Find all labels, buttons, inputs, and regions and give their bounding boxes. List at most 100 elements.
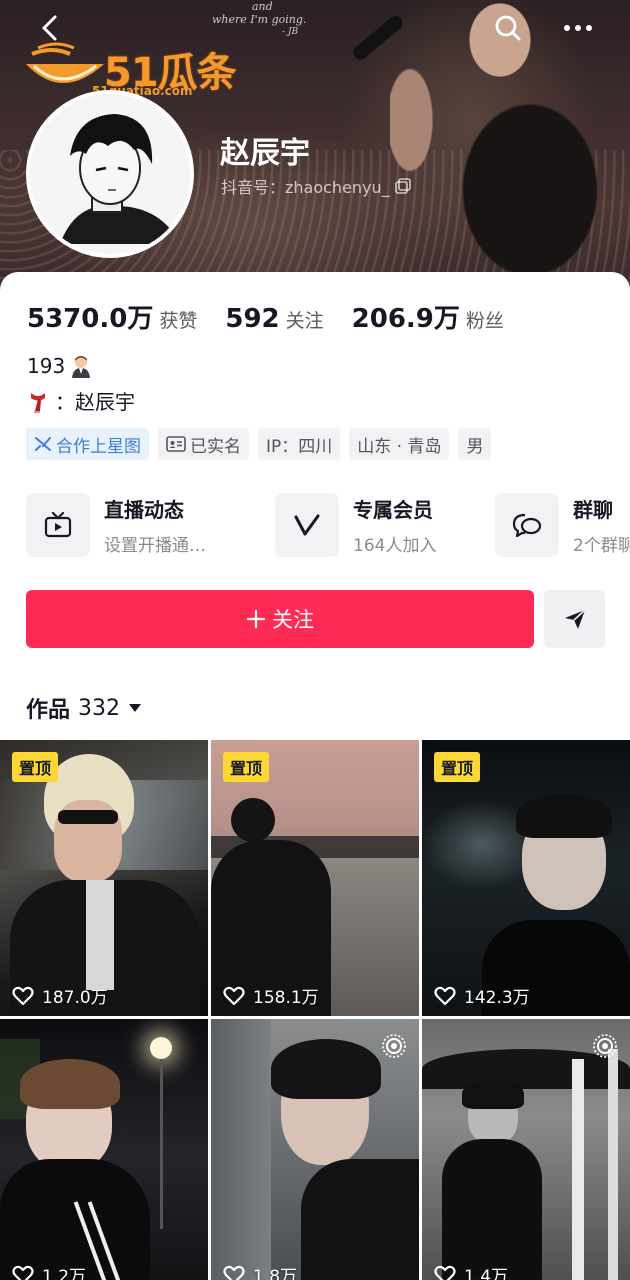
stat-following[interactable]: 592 关注 — [225, 304, 323, 334]
profile-stats: 5370.0万 获赞 592 关注 206.9万 粉丝 — [27, 298, 532, 335]
feature-live-icon-box — [26, 493, 90, 557]
heart-outline-icon — [223, 1265, 245, 1280]
video-tile[interactable]: 1.8万 — [211, 1019, 419, 1280]
more-horizontal-icon — [564, 25, 592, 31]
tag-ip-location: IP：四川 — [258, 428, 341, 460]
bio-name-text: ：赵辰宇 — [55, 390, 135, 414]
douyin-id[interactable]: 抖音号：zhaochenyu_ — [221, 174, 412, 198]
person-emoji-icon — [72, 356, 91, 378]
video-likes: 1.2万 — [12, 1262, 86, 1280]
stat-followers-label: 粉丝 — [465, 310, 504, 332]
bio-height-text: 193 — [27, 354, 66, 378]
stat-following-label: 关注 — [285, 310, 324, 332]
stat-followers-value: 206.9万 — [351, 304, 460, 334]
id-card-icon — [166, 436, 186, 452]
bio-line-1: 193 — [27, 354, 93, 378]
heart-outline-icon — [434, 986, 456, 1005]
pinned-badge: 置顶 — [223, 752, 270, 782]
v-member-icon — [294, 514, 320, 536]
video-likes: 158.1万 — [223, 983, 319, 1008]
video-likes: 1.8万 — [223, 1262, 297, 1280]
feature-live-title: 直播动态 — [104, 498, 184, 522]
heart-outline-icon — [12, 986, 34, 1005]
heart-outline-icon — [12, 1265, 34, 1280]
video-tile[interactable]: 置顶 142.3万 — [422, 740, 630, 1016]
search-icon — [495, 15, 521, 41]
chevron-left-icon — [42, 15, 57, 41]
video-likes: 187.0万 — [12, 983, 108, 1008]
send-icon — [564, 609, 586, 629]
stat-likes-value: 5370.0万 — [27, 304, 154, 334]
search-button[interactable] — [488, 10, 528, 46]
live-photo-badge — [381, 1033, 407, 1063]
caret-down-icon — [129, 704, 142, 712]
video-tile[interactable]: 置顶 187.0万 — [0, 740, 208, 1016]
works-tab-label: 作品 — [26, 698, 71, 723]
feature-member-icon-box — [275, 493, 339, 557]
live-photo-badge — [592, 1033, 618, 1063]
video-likes: 142.3万 — [434, 983, 530, 1008]
video-tile[interactable]: 置顶 158.1万 — [211, 740, 419, 1016]
lyric-line-2: where I'm going. — [212, 13, 307, 26]
feature-member-title: 专属会员 — [353, 498, 433, 522]
send-message-button[interactable] — [544, 590, 605, 648]
avatar[interactable] — [26, 90, 194, 258]
tag-star-map-label: 合作上星图 — [56, 436, 141, 457]
video-likes-count: 158.1万 — [253, 988, 319, 1008]
heart-outline-icon — [223, 986, 245, 1005]
tag-region: 山东 · 青岛 — [349, 428, 450, 460]
stat-followers[interactable]: 206.9万 粉丝 — [352, 298, 504, 335]
feature-live-updates[interactable]: 直播动态 设置开播通… — [26, 492, 206, 558]
video-likes-count: 142.3万 — [464, 988, 530, 1008]
works-count: 332 — [78, 695, 121, 721]
feature-chat-icon-box — [495, 493, 559, 557]
tag-verified-name: 已实名 — [158, 428, 249, 460]
douyin-id-text: 抖音号：zhaochenyu_ — [221, 178, 390, 197]
tv-play-icon — [44, 512, 72, 538]
lyric-line-3: - JB — [282, 27, 299, 37]
follow-button-label: 关注 — [272, 608, 314, 632]
video-likes: 1.4万 — [434, 1262, 508, 1280]
video-likes-count: 187.0万 — [42, 988, 108, 1008]
plus-icon — [246, 609, 266, 629]
star-map-icon — [35, 437, 51, 451]
banner-lyric-text: and where I'm going. - JB — [212, 0, 306, 39]
avatar-illustration — [30, 94, 190, 254]
stat-following-value: 592 — [225, 304, 280, 334]
follow-button[interactable]: 关注 — [26, 590, 534, 648]
profile-name: 赵辰宇 — [220, 136, 310, 171]
video-likes-count: 1.4万 — [464, 1267, 509, 1280]
pinned-badge: 置顶 — [434, 752, 481, 782]
stat-likes-label: 获赞 — [159, 310, 198, 332]
tag-gender: 男 — [458, 428, 492, 460]
stat-likes: 5370.0万 获赞 — [27, 298, 197, 335]
chat-bubbles-icon — [512, 513, 542, 538]
video-likes-count: 1.8万 — [253, 1267, 298, 1280]
works-tab[interactable]: 作品 332 — [26, 692, 142, 724]
heart-outline-icon — [434, 1265, 456, 1280]
tag-region-label: 山东 · 青岛 — [357, 436, 442, 457]
video-grid: 置顶 187.0万 置顶 158.1万 置顶 142.3万 1.2万 1.8万 … — [0, 740, 630, 1280]
feature-entries: 直播动态 设置开播通… 专属会员 164人加入 群聊 2个群聊 — [26, 492, 630, 558]
feature-member-subtitle: 164人加入 — [353, 536, 437, 556]
tag-star-map[interactable]: 合作上星图 — [26, 428, 149, 460]
scarf-emoji-icon — [31, 392, 45, 413]
video-tile[interactable]: 1.2万 — [0, 1019, 208, 1280]
bio-line-2: ：赵辰宇 — [27, 386, 135, 415]
copy-icon — [394, 178, 411, 194]
back-button[interactable] — [30, 10, 70, 46]
tag-gender-label: 男 — [466, 436, 484, 457]
tag-verified-label: 已实名 — [190, 436, 241, 457]
pinned-badge: 置顶 — [12, 752, 59, 782]
feature-live-subtitle: 设置开播通… — [104, 536, 206, 556]
profile-tags: 合作上星图 已实名 IP：四川 山东 · 青岛 男 — [26, 428, 492, 460]
video-likes-count: 1.2万 — [42, 1267, 87, 1280]
more-button[interactable] — [558, 10, 598, 46]
video-tile[interactable]: 1.4万 — [422, 1019, 630, 1280]
live-photo-icon — [382, 1034, 406, 1058]
feature-chat-title: 群聊 — [573, 498, 613, 522]
live-photo-icon — [593, 1034, 617, 1058]
profile-banner: and where I'm going. - JB 51瓜条 51guatiao… — [0, 0, 630, 290]
feature-membership[interactable]: 专属会员 164人加入 — [275, 492, 436, 558]
feature-group-chat[interactable]: 群聊 2个群聊 — [495, 492, 630, 558]
